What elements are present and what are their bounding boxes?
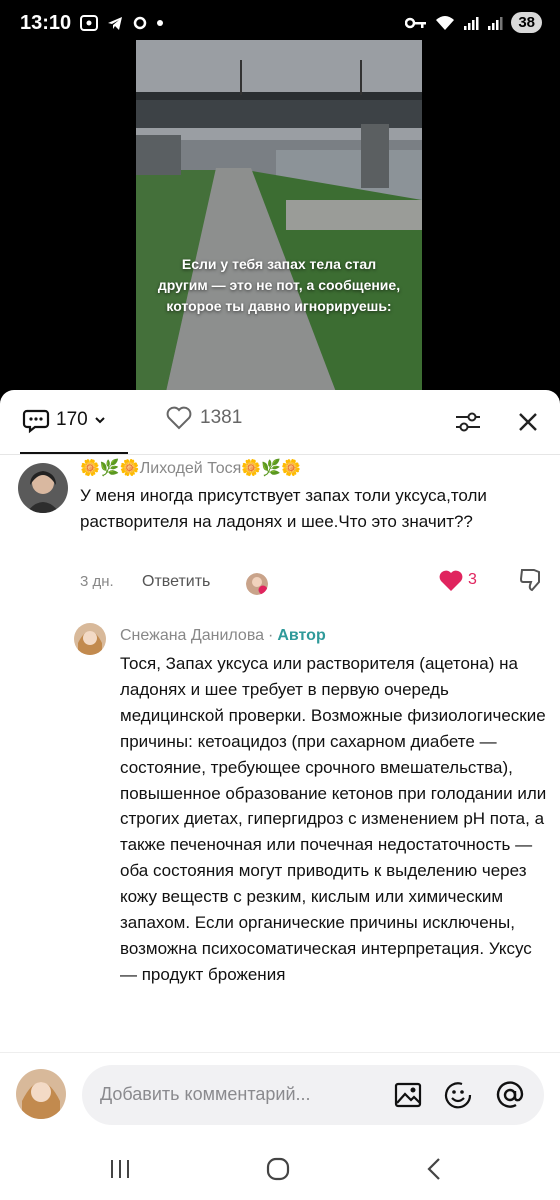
liked-avatar-image	[246, 573, 268, 595]
status-right-icons: 38	[405, 12, 542, 33]
status-time: 13:10	[20, 12, 72, 34]
avatar[interactable]	[18, 463, 68, 513]
author-liked-avatar	[246, 573, 268, 595]
image-button[interactable]	[392, 1079, 424, 1111]
comment-input[interactable]: Добавить комментарий...	[82, 1065, 544, 1125]
video-frame-image	[136, 40, 422, 392]
avatar-image	[18, 463, 68, 513]
back-button[interactable]	[414, 1152, 454, 1186]
heart-filled-icon[interactable]	[438, 569, 464, 593]
wifi-icon	[436, 15, 455, 30]
reply-avatar-image	[74, 623, 106, 655]
battery-indicator: 38	[511, 12, 542, 33]
comment-time: 3 дн.	[80, 573, 114, 590]
signal-icon	[464, 16, 479, 30]
comments-sheet: 170 1381 🌼🌿🌼Лиходей Тося🌼🌿🌼 У меня иногд…	[0, 390, 560, 1200]
video-caption: Если у тебя запах тела стал другим — это…	[157, 256, 401, 314]
image-icon	[394, 1082, 422, 1108]
comment-text: У меня иногда присутствует запах толи ук…	[80, 486, 487, 531]
reply-button[interactable]: Ответить	[142, 573, 210, 591]
signal-icon-2	[488, 16, 503, 30]
author-badge: Автор	[277, 627, 326, 644]
current-user-avatar-image	[16, 1069, 66, 1119]
sheet-header: 170 1381	[0, 390, 560, 454]
tab-comments[interactable]: 170	[22, 406, 106, 434]
heart-outline-icon	[166, 406, 192, 430]
sliders-icon	[456, 412, 480, 432]
reply-author[interactable]: Снежана Данилова	[120, 627, 264, 645]
tab-likes[interactable]: 1381	[166, 406, 242, 430]
key-icon	[405, 17, 427, 28]
screen-icon	[80, 15, 98, 31]
home-icon	[266, 1157, 290, 1181]
current-user-avatar	[16, 1069, 66, 1119]
comment-likes-count: 3	[468, 571, 477, 588]
likes-count: 1381	[200, 407, 243, 428]
reply-text: Тося, Запах уксуса или растворителя (аце…	[120, 654, 547, 984]
close-button[interactable]	[512, 406, 544, 438]
comment-input-placeholder: Добавить комментарий...	[100, 1084, 311, 1104]
home-button[interactable]	[258, 1152, 298, 1186]
recent-apps-icon	[111, 1160, 129, 1178]
reply-header: Снежана Данилова · Автор	[120, 627, 326, 645]
telegram-icon	[108, 17, 122, 30]
status-left-icons	[80, 14, 164, 32]
back-icon	[427, 1158, 440, 1180]
mention-button[interactable]	[494, 1079, 526, 1111]
reply-avatar[interactable]	[74, 623, 106, 655]
filter-button[interactable]	[452, 406, 484, 438]
comment-author[interactable]: 🌼🌿🌼Лиходей Тося🌼🌿🌼	[80, 458, 301, 478]
recent-apps-button[interactable]	[100, 1152, 140, 1186]
dot-icon	[157, 20, 163, 26]
comment-input-bar: Добавить комментарий...	[0, 1052, 560, 1138]
at-sign-icon	[496, 1081, 524, 1108]
system-nav-bar	[0, 1138, 560, 1200]
chevron-down-icon	[94, 417, 105, 424]
close-icon	[519, 413, 537, 431]
emoji-button[interactable]	[442, 1079, 474, 1111]
comments-count: 170	[56, 409, 88, 430]
video-player[interactable]: Если у тебя запах тела стал другим — это…	[136, 40, 422, 392]
emoji-icon	[444, 1082, 472, 1109]
comment-bubble-icon	[22, 409, 50, 434]
reply-separator: ·	[268, 627, 274, 644]
dislike-icon[interactable]	[518, 567, 544, 593]
circle-icon	[133, 16, 147, 30]
comment-list[interactable]: 🌼🌿🌼Лиходей Тося🌼🌿🌼 У меня иногда присутс…	[0, 455, 560, 1052]
